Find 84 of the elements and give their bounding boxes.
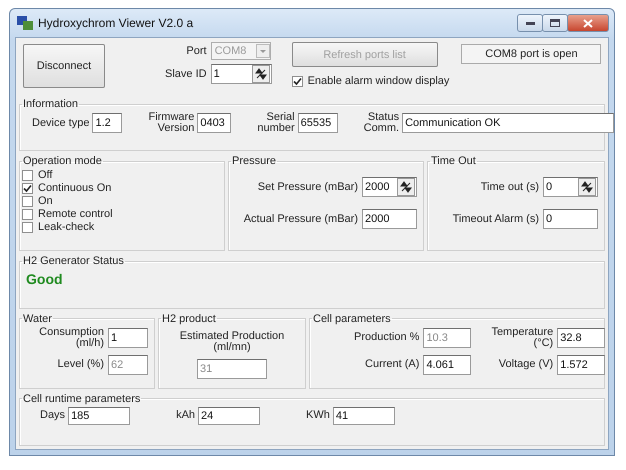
- field-label: Device type: [32, 118, 90, 128]
- option-label: Off: [38, 169, 52, 182]
- input-field[interactable]: 0: [543, 209, 598, 230]
- close-button[interactable]: [567, 14, 609, 32]
- mode-option[interactable]: Remote control: [22, 208, 218, 222]
- mode-option[interactable]: Continuous On: [22, 182, 218, 196]
- group-title: Time Out: [430, 155, 477, 168]
- group-title: H2 Generator Status: [22, 255, 125, 268]
- mode-option[interactable]: Leak-check: [22, 221, 218, 234]
- app-icon: [17, 16, 33, 30]
- spin-input[interactable]: 1: [212, 65, 252, 83]
- input-field[interactable]: 65535: [298, 113, 338, 133]
- group-title: Cell parameters: [312, 312, 392, 325]
- input-field[interactable]: 1.2: [92, 113, 122, 133]
- option-label: Remote control: [38, 208, 113, 222]
- minimize-icon: [526, 22, 534, 24]
- checkbox[interactable]: [22, 170, 33, 182]
- field-label: Production %: [354, 332, 420, 344]
- field-label: KWh: [306, 410, 330, 422]
- field-label: Timeout Alarm (s): [452, 214, 539, 225]
- spin-field[interactable]: 0: [543, 177, 598, 198]
- spin-field[interactable]: 1: [210, 64, 272, 84]
- spin-field[interactable]: 2000: [362, 177, 417, 198]
- input-field[interactable]: 0403: [197, 113, 232, 133]
- window-title: Hydroxychrom Viewer V2.0 a: [38, 16, 194, 30]
- option-label: Continuous On: [38, 182, 112, 196]
- spin-button[interactable]: [252, 65, 270, 83]
- field-label: Actual Pressure (mBar): [244, 214, 358, 225]
- spin-input[interactable]: 2000: [363, 178, 397, 196]
- field-label: Consumption (ml/h): [39, 326, 104, 349]
- input-field[interactable]: 24: [198, 406, 260, 425]
- input-field[interactable]: 185: [68, 406, 130, 425]
- group-title: Pressure: [231, 155, 278, 168]
- mode-option[interactable]: On: [22, 195, 218, 208]
- port-status-text: COM8 port is open: [461, 44, 602, 64]
- generator-status-text: Good: [26, 271, 64, 288]
- checkbox[interactable]: [22, 222, 33, 234]
- input-field[interactable]: 32.8: [557, 328, 606, 348]
- checkmark-icon: [292, 77, 302, 86]
- spin-button[interactable]: [578, 178, 596, 196]
- field-label: Set Pressure (mBar): [258, 182, 358, 193]
- checkbox[interactable]: [22, 183, 33, 194]
- disconnect-button[interactable]: Disconnect: [23, 44, 105, 88]
- close-icon: [583, 18, 593, 28]
- group-title: Water: [22, 312, 53, 325]
- field-label: kAh: [176, 410, 196, 422]
- checkmark-icon: [23, 184, 32, 194]
- input-field[interactable]: 1: [108, 328, 148, 348]
- spin-button[interactable]: [397, 178, 415, 196]
- field-label: Serial number: [257, 112, 295, 134]
- field-label: Level (%): [58, 359, 104, 370]
- input-field[interactable]: Communication OK: [402, 113, 614, 133]
- spin-arrows-icon: [581, 181, 593, 194]
- field-label: Voltage (V): [498, 359, 554, 370]
- caret-icon: [256, 44, 270, 58]
- group-title: Cell runtime parameters: [22, 392, 142, 405]
- field-label: Estimated Production (ml/mn): [180, 330, 284, 353]
- input-field[interactable]: 1.572: [557, 354, 606, 375]
- input-field[interactable]: 4.061: [423, 354, 472, 375]
- field-label: Current (A): [365, 359, 420, 370]
- option-label: On: [38, 195, 53, 208]
- maximize-button[interactable]: [542, 14, 568, 32]
- checkbox[interactable]: [22, 196, 33, 208]
- option-label: Leak-check: [38, 221, 94, 234]
- spin-input[interactable]: 0: [544, 178, 578, 196]
- field-label: Firmware Version: [148, 112, 194, 134]
- spin-arrows-icon: [400, 181, 412, 194]
- field-label: Temperature (°C): [491, 326, 554, 349]
- group-title: H2 product: [161, 312, 217, 325]
- group-title: Operation mode: [22, 155, 103, 168]
- field-label: Time out (s): [480, 182, 539, 193]
- input-field[interactable]: 41: [332, 406, 395, 425]
- checkbox[interactable]: [292, 76, 303, 87]
- checkbox[interactable]: [22, 209, 33, 220]
- input-field[interactable]: 2000: [362, 209, 417, 230]
- minimize-button[interactable]: [517, 14, 543, 32]
- group-title: Information: [22, 98, 80, 110]
- field-label: Days: [40, 410, 66, 422]
- field-label: Port: [186, 46, 207, 56]
- spin-arrows-icon: [254, 68, 267, 80]
- maximize-icon: [550, 19, 560, 27]
- field-label: Status Comm.: [364, 112, 400, 134]
- field-label: Slave ID: [165, 68, 207, 80]
- mode-option[interactable]: Off: [22, 169, 218, 182]
